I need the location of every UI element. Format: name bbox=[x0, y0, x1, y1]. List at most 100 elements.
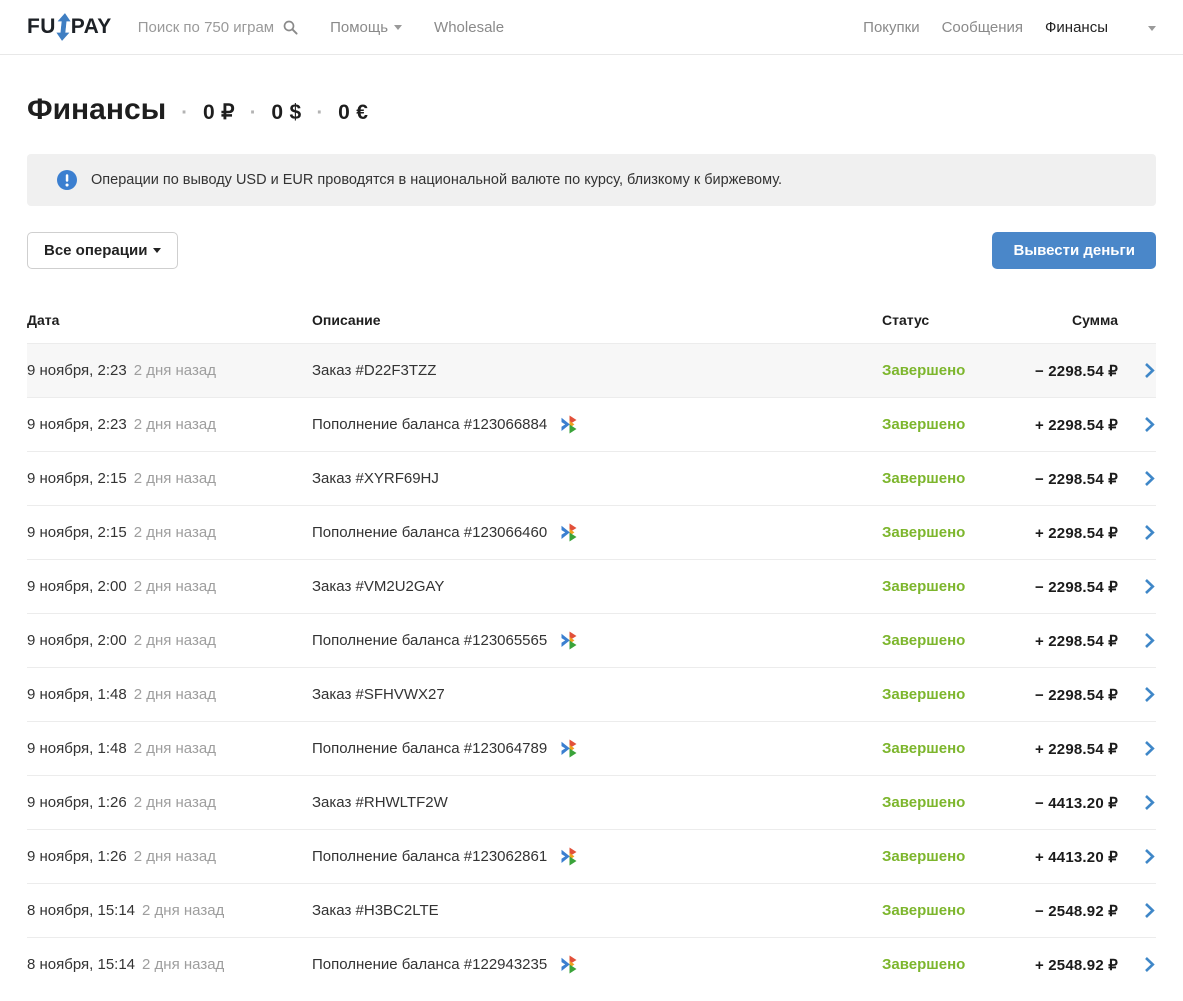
row-date-cell: 8 ноября, 15:14 2 дня назад bbox=[27, 902, 312, 919]
row-date-ago: 2 дня назад bbox=[133, 416, 216, 433]
row-date-ago: 2 дня назад bbox=[133, 686, 216, 703]
nav-help[interactable]: Помощь bbox=[330, 19, 403, 36]
row-status: Завершено bbox=[882, 686, 966, 703]
operations-table: Дата Описание Статус Сумма 9 ноября, 2:2… bbox=[27, 299, 1156, 991]
row-details-link[interactable] bbox=[1144, 416, 1156, 433]
row-date-cell: 9 ноября, 2:15 2 дня назад bbox=[27, 470, 312, 487]
table-row[interactable]: 9 ноября, 2:15 2 дня назад Пополнение бал… bbox=[27, 505, 1156, 559]
nav-purchases[interactable]: Покупки bbox=[863, 19, 919, 36]
row-date-cell: 9 ноября, 1:26 2 дня назад bbox=[27, 848, 312, 865]
page-title: Финансы bbox=[27, 93, 167, 126]
chevron-down-icon bbox=[1148, 26, 1156, 31]
logo-text-left: FU bbox=[27, 15, 56, 38]
row-description-cell: Пополнение баланса #123066884 bbox=[312, 414, 882, 435]
row-description: Заказ #H3BC2LTE bbox=[312, 902, 439, 919]
chevron-right-icon bbox=[1144, 416, 1155, 433]
chevron-right-icon bbox=[1144, 902, 1155, 919]
chevron-right-icon bbox=[1144, 470, 1155, 487]
row-status: Завершено bbox=[882, 416, 966, 433]
row-description: Пополнение баланса #123066460 bbox=[312, 524, 548, 541]
row-description-cell: Пополнение баланса #123066460 bbox=[312, 522, 882, 543]
withdraw-money-button[interactable]: Вывести деньги bbox=[992, 232, 1156, 269]
row-amount: − 4413.20 ₽ bbox=[1034, 794, 1118, 812]
row-status: Завершено bbox=[882, 578, 966, 595]
row-amount: − 2298.54 ₽ bbox=[1034, 470, 1118, 488]
table-row[interactable]: 9 ноября, 2:23 2 дня назад Пополнение бал… bbox=[27, 397, 1156, 451]
table-row[interactable]: 9 ноября, 1:48 2 дня назад Заказ #SFHVWX2… bbox=[27, 667, 1156, 721]
row-date-cell: 9 ноября, 2:15 2 дня назад bbox=[27, 524, 312, 541]
row-description-cell: Пополнение баланса #123062861 bbox=[312, 846, 882, 867]
funpay-arrows-icon bbox=[56, 13, 71, 41]
search-label: Поиск по 750 играм bbox=[137, 18, 275, 36]
row-date: 9 ноября, 1:48 bbox=[27, 740, 127, 757]
row-date-cell: 9 ноября, 1:48 2 дня назад bbox=[27, 740, 312, 757]
row-date: 9 ноября, 2:23 bbox=[27, 416, 127, 433]
chevron-right-icon bbox=[1144, 632, 1155, 649]
nav-wholesale[interactable]: Wholesale bbox=[434, 19, 504, 36]
table-row[interactable]: 9 ноября, 1:26 2 дня назад Заказ #RHWLTF2… bbox=[27, 775, 1156, 829]
operations-filter-dropdown[interactable]: Все операции bbox=[27, 232, 179, 269]
row-amount: + 2298.54 ₽ bbox=[1034, 632, 1118, 650]
nav-messages[interactable]: Сообщения bbox=[942, 19, 1023, 36]
row-details-link[interactable] bbox=[1144, 524, 1156, 541]
chevron-right-icon bbox=[1144, 362, 1155, 379]
row-description: Заказ #SFHVWX27 bbox=[312, 686, 445, 703]
row-date-ago: 2 дня назад bbox=[142, 956, 225, 973]
row-amount: − 2298.54 ₽ bbox=[1034, 362, 1118, 380]
table-row[interactable]: 8 ноября, 15:14 2 дня назад Заказ #H3BC2L… bbox=[27, 883, 1156, 937]
row-description-cell: Заказ #SFHVWX27 bbox=[312, 686, 882, 703]
row-status: Завершено bbox=[882, 362, 966, 379]
separator-dot: · bbox=[249, 102, 257, 124]
row-description: Заказ #D22F3TZZ bbox=[312, 362, 437, 379]
chevron-right-icon bbox=[1144, 794, 1155, 811]
row-details-link[interactable] bbox=[1144, 578, 1156, 595]
chevron-right-icon bbox=[1144, 686, 1155, 703]
payment-method-icon bbox=[560, 738, 580, 759]
row-date-ago: 2 дня назад bbox=[133, 740, 216, 757]
row-date-ago: 2 дня назад bbox=[133, 578, 216, 595]
table-row[interactable]: 9 ноября, 1:48 2 дня назад Пополнение бал… bbox=[27, 721, 1156, 775]
nav-finances[interactable]: Финансы bbox=[1045, 19, 1108, 36]
row-description: Заказ #XYRF69HJ bbox=[312, 470, 439, 487]
table-row[interactable]: 9 ноября, 1:26 2 дня назад Пополнение бал… bbox=[27, 829, 1156, 883]
row-description-cell: Заказ #RHWLTF2W bbox=[312, 794, 882, 811]
chevron-right-icon bbox=[1144, 848, 1155, 865]
table-row[interactable]: 9 ноября, 2:00 2 дня назад Заказ #VM2U2GA… bbox=[27, 559, 1156, 613]
row-details-link[interactable] bbox=[1144, 362, 1156, 379]
row-date: 9 ноября, 2:15 bbox=[27, 524, 127, 541]
row-date-ago: 2 дня назад bbox=[133, 362, 216, 379]
table-row[interactable]: 9 ноября, 2:15 2 дня назад Заказ #XYRF69H… bbox=[27, 451, 1156, 505]
row-description: Пополнение баланса #123062861 bbox=[312, 848, 548, 865]
row-details-link[interactable] bbox=[1144, 794, 1156, 811]
user-menu-caret[interactable] bbox=[1148, 18, 1156, 36]
game-search[interactable]: Поиск по 750 играм bbox=[138, 19, 298, 36]
row-date-ago: 2 дня назад bbox=[133, 848, 216, 865]
table-row[interactable]: 9 ноября, 2:23 2 дня назад Заказ #D22F3TZ… bbox=[27, 343, 1156, 397]
row-details-link[interactable] bbox=[1144, 632, 1156, 649]
row-status: Завершено bbox=[882, 902, 966, 919]
row-description-cell: Заказ #D22F3TZZ bbox=[312, 362, 882, 379]
balance-eur: 0 € bbox=[338, 101, 369, 124]
row-description: Пополнение баланса #123064789 bbox=[312, 740, 548, 757]
row-details-link[interactable] bbox=[1144, 740, 1156, 757]
row-details-link[interactable] bbox=[1144, 902, 1156, 919]
row-amount: + 2298.54 ₽ bbox=[1034, 524, 1118, 542]
row-description: Пополнение баланса #122943235 bbox=[312, 956, 548, 973]
row-details-link[interactable] bbox=[1144, 848, 1156, 865]
nav-messages-label: Сообщения bbox=[941, 18, 1024, 36]
row-date: 9 ноября, 1:26 bbox=[27, 794, 127, 811]
separator-dot: · bbox=[316, 102, 324, 124]
header-description: Описание bbox=[312, 312, 381, 328]
row-date-cell: 9 ноября, 1:26 2 дня назад bbox=[27, 794, 312, 811]
chevron-right-icon bbox=[1144, 740, 1155, 757]
funpay-logo[interactable]: FU PAY bbox=[27, 13, 112, 41]
table-row[interactable]: 8 ноября, 15:14 2 дня назад Пополнение ба… bbox=[27, 937, 1156, 991]
table-row[interactable]: 9 ноября, 2:00 2 дня назад Пополнение бал… bbox=[27, 613, 1156, 667]
row-details-link[interactable] bbox=[1144, 470, 1156, 487]
chevron-right-icon bbox=[1144, 956, 1155, 973]
row-details-link[interactable] bbox=[1144, 686, 1156, 703]
row-details-link[interactable] bbox=[1144, 956, 1156, 973]
navbar: FU PAY Поиск по 750 играм Помощь Wholesa… bbox=[0, 0, 1183, 55]
row-description: Заказ #VM2U2GAY bbox=[312, 578, 445, 595]
row-description-cell: Пополнение баланса #123064789 bbox=[312, 738, 882, 759]
